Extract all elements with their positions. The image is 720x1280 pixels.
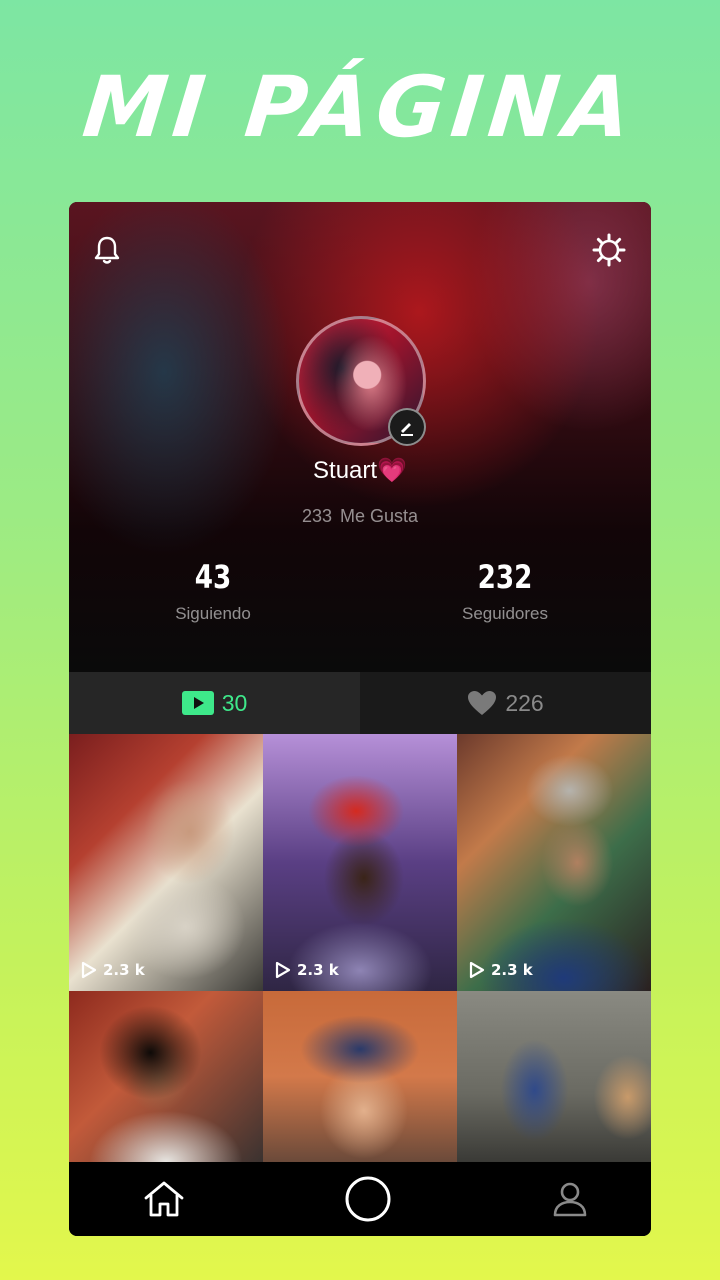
nav-profile-button[interactable] <box>551 1180 589 1218</box>
likes-label: Me Gusta <box>340 506 419 526</box>
profile-icon <box>553 1182 587 1217</box>
play-count-value: 2.3 k <box>491 961 533 979</box>
play-count: 2.3 k <box>275 961 339 979</box>
notifications-button[interactable] <box>89 232 125 268</box>
play-outline-icon <box>469 961 485 979</box>
record-icon <box>345 1176 391 1222</box>
profile-header: Stuart💗 233 Me Gusta 43 Siguiendo 232 Seg… <box>69 202 651 672</box>
likes-count: 233 <box>301 506 332 526</box>
play-outline-icon <box>81 961 97 979</box>
play-outline-icon <box>275 961 291 979</box>
play-count-value: 2.3 k <box>103 961 145 979</box>
settings-button[interactable] <box>591 232 627 268</box>
heart-icon <box>468 691 497 715</box>
home-icon <box>144 1181 184 1217</box>
video-thumbnail[interactable]: 2.3 k <box>457 734 651 991</box>
following-label: Siguiendo <box>175 604 251 623</box>
followers-count: 232 <box>477 558 533 596</box>
video-thumbnail[interactable] <box>69 991 263 1162</box>
video-grid: 2.3 k 2.3 k 2.3 k <box>69 734 651 1162</box>
bottom-navbar <box>69 1162 651 1236</box>
phone-screen: Stuart💗 233 Me Gusta 43 Siguiendo 232 Seg… <box>69 202 651 1236</box>
nav-record-button[interactable] <box>344 1175 392 1223</box>
play-icon <box>181 691 214 715</box>
bell-icon <box>94 236 120 264</box>
content-tabs: 30 226 <box>69 672 651 734</box>
liked-count: 226 <box>505 689 544 716</box>
pencil-icon <box>401 423 413 436</box>
video-thumbnail[interactable]: 2.3 k <box>263 734 457 991</box>
page-headline: MI PÁGINA <box>78 58 642 156</box>
username: Stuart <box>313 457 378 484</box>
heart-emoji: 💗 <box>377 457 407 484</box>
following-count: 43 <box>194 558 232 596</box>
video-thumbnail[interactable]: 2.3 k <box>69 734 263 991</box>
tab-liked[interactable]: 226 <box>360 672 651 734</box>
edit-profile-button[interactable] <box>388 408 426 446</box>
avatar-container[interactable] <box>296 316 426 446</box>
followers-stat[interactable]: 232 Seguidores <box>405 558 605 624</box>
gear-icon <box>592 233 626 267</box>
video-thumbnail[interactable] <box>263 991 457 1162</box>
videos-count: 30 <box>221 689 248 716</box>
followers-label: Seguidores <box>461 604 548 623</box>
video-thumbnail[interactable] <box>457 991 651 1162</box>
nav-home-button[interactable] <box>143 1180 185 1218</box>
play-count-value: 2.3 k <box>297 961 339 979</box>
tab-videos[interactable]: 30 <box>69 672 360 734</box>
username-row: Stuart💗 <box>69 456 651 485</box>
play-count: 2.3 k <box>81 961 145 979</box>
following-stat[interactable]: 43 Siguiendo <box>113 558 313 624</box>
play-count: 2.3 k <box>469 961 533 979</box>
total-likes: 233 Me Gusta <box>69 506 651 527</box>
